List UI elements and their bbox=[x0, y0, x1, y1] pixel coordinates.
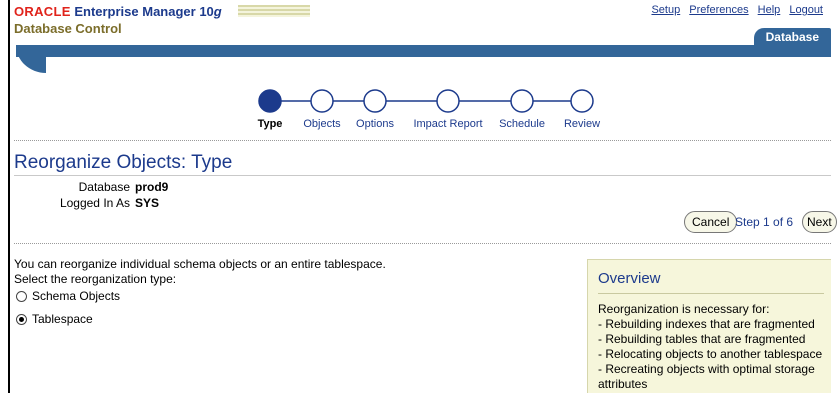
product-version: g bbox=[213, 4, 222, 19]
page-title: Reorganize Objects: Type bbox=[14, 152, 233, 173]
train-step-impact-icon[interactable] bbox=[436, 89, 460, 113]
logged-in-info: Logged In As SYS bbox=[0, 196, 159, 210]
header-band bbox=[16, 45, 831, 73]
setup-link[interactable]: Setup bbox=[651, 4, 680, 16]
logged-in-value: SYS bbox=[135, 196, 160, 210]
next-button[interactable]: Next bbox=[802, 211, 837, 233]
radio-schema-objects-button[interactable] bbox=[16, 290, 27, 302]
app-subtitle: Database Control bbox=[14, 21, 122, 36]
overview-divider bbox=[598, 293, 824, 294]
step-indicator: Step 1 of 6 bbox=[735, 215, 794, 229]
radio-tablespace-button[interactable] bbox=[16, 313, 27, 325]
train-step-review-icon[interactable] bbox=[570, 89, 594, 113]
train-step-objects[interactable]: Objects bbox=[303, 118, 340, 130]
train-step-review[interactable]: Review bbox=[564, 118, 600, 130]
overview-line: - Relocating objects to another tablespa… bbox=[598, 347, 823, 361]
overview-line: - Rebuilding tables that are fragmented bbox=[598, 332, 806, 346]
logout-link[interactable]: Logout bbox=[789, 4, 823, 16]
overview-text: Reorganization is necessary for: - Rebui… bbox=[598, 302, 830, 392]
database-info: Database prod9 bbox=[0, 180, 169, 194]
page-title-underline bbox=[14, 175, 831, 176]
oracle-logo: ORACLE Enterprise Manager 10g bbox=[14, 4, 222, 19]
logo-decoration bbox=[238, 5, 310, 17]
oracle-wordmark: ORACLE bbox=[14, 4, 71, 19]
overview-title: Overview bbox=[598, 270, 661, 287]
overview-panel: Overview Reorganization is necessary for… bbox=[587, 259, 831, 393]
train-step-schedule[interactable]: Schedule bbox=[499, 118, 545, 130]
preferences-link[interactable]: Preferences bbox=[689, 4, 748, 16]
train-step-impact-report[interactable]: Impact Report bbox=[413, 118, 482, 130]
divider-dotted bbox=[14, 243, 831, 244]
train-step-type: Type bbox=[257, 118, 283, 130]
radio-tablespace[interactable]: Tablespace bbox=[16, 312, 93, 326]
overview-line: Reorganization is necessary for: bbox=[598, 302, 770, 316]
select-type-label: Select the reorganization type: bbox=[14, 272, 177, 286]
train-step-schedule-icon[interactable] bbox=[510, 89, 534, 113]
train-step-options[interactable]: Options bbox=[356, 118, 394, 130]
radio-schema-objects[interactable]: Schema Objects bbox=[16, 289, 120, 303]
help-link[interactable]: Help bbox=[758, 4, 781, 16]
radio-schema-objects-label[interactable]: Schema Objects bbox=[32, 289, 120, 303]
process-train: Type Objects Options Impact Report Sched… bbox=[240, 88, 640, 132]
radio-tablespace-label[interactable]: Tablespace bbox=[32, 312, 93, 326]
train-track bbox=[258, 89, 594, 113]
intro-text: You can reorganize individual schema obj… bbox=[14, 257, 386, 271]
train-step-options-icon[interactable] bbox=[363, 89, 387, 113]
overview-line: - Recreating objects with optimal storag… bbox=[598, 362, 815, 391]
logged-in-label: Logged In As bbox=[59, 196, 130, 210]
train-step-objects-icon[interactable] bbox=[310, 89, 334, 113]
overview-line: - Rebuilding indexes that are fragmented bbox=[598, 317, 815, 331]
train-step-type-icon[interactable] bbox=[258, 89, 282, 113]
cancel-button[interactable]: Cancel bbox=[684, 211, 738, 233]
product-name: Enterprise Manager 10 bbox=[74, 4, 214, 19]
divider-dotted bbox=[14, 140, 831, 141]
database-label: Database bbox=[78, 180, 130, 194]
global-links: Setup Preferences Help Logout bbox=[645, 4, 823, 16]
database-value: prod9 bbox=[135, 180, 169, 194]
